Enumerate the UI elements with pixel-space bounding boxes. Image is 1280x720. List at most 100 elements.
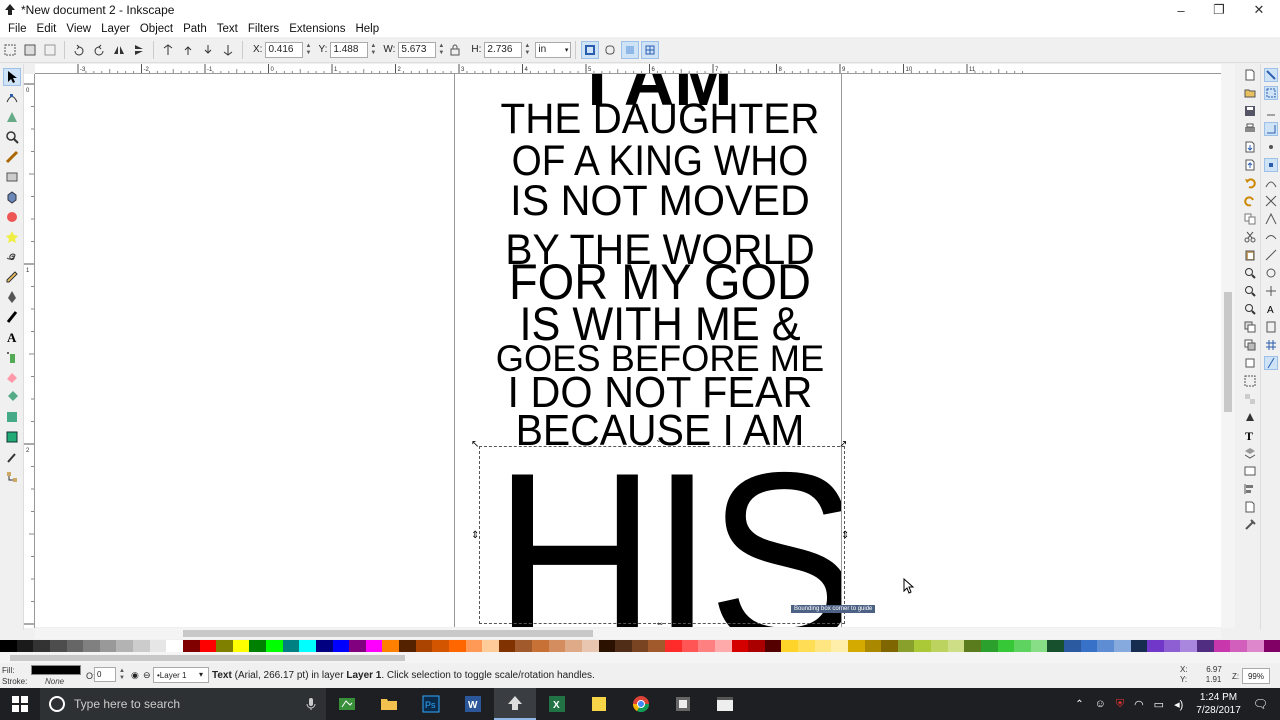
volume-icon[interactable]: ◂)	[1174, 698, 1183, 711]
flip-horizontal-icon[interactable]	[110, 41, 128, 59]
connector-tool-icon[interactable]	[3, 468, 21, 486]
maximize-button[interactable]: ❐	[1200, 0, 1238, 20]
skew-handle-icon[interactable]: ⇔	[655, 436, 665, 446]
snap-object-centers-icon[interactable]	[1264, 266, 1278, 280]
palette-swatch[interactable]	[116, 640, 133, 652]
layers-icon[interactable]	[1243, 446, 1257, 460]
palette-swatch[interactable]	[947, 640, 965, 652]
selector-tool-icon[interactable]	[2, 68, 21, 86]
move-patterns-icon[interactable]	[641, 40, 660, 59]
palette-swatch[interactable]	[748, 640, 765, 652]
menu-help[interactable]: Help	[350, 23, 384, 35]
palette-swatch[interactable]	[315, 640, 333, 652]
layer-visibility-icon[interactable]: ◉	[131, 670, 139, 681]
color-palette[interactable]	[0, 640, 1280, 652]
taskbar-search-box[interactable]: Type here to search	[40, 688, 326, 720]
menu-path[interactable]: Path	[178, 23, 212, 35]
palette-swatch[interactable]	[631, 640, 649, 652]
palette-swatch[interactable]	[798, 640, 815, 652]
palette-swatch[interactable]	[1130, 640, 1148, 652]
palette-swatch[interactable]	[216, 640, 233, 652]
snap-grid-icon[interactable]	[1264, 338, 1278, 352]
clone-icon[interactable]	[1243, 338, 1257, 352]
rotate-cw-icon[interactable]	[90, 41, 108, 59]
scrollbar-thumb[interactable]	[183, 630, 593, 637]
palette-swatch[interactable]	[1263, 640, 1280, 652]
palette-swatch[interactable]	[448, 640, 466, 652]
palette-swatch[interactable]	[282, 640, 300, 652]
palette-swatch[interactable]	[232, 640, 250, 652]
palette-swatch[interactable]	[249, 640, 266, 652]
palette-swatch[interactable]	[166, 640, 183, 652]
palette-swatch[interactable]	[1064, 640, 1081, 652]
palette-swatch[interactable]	[598, 640, 616, 652]
taskbar-word-icon[interactable]: W	[452, 688, 494, 720]
palette-swatch[interactable]	[515, 640, 532, 652]
palette-swatch[interactable]	[415, 640, 433, 652]
palette-swatch[interactable]	[1180, 640, 1197, 652]
taskbar-clock[interactable]: 1:24 PM 7/28/2017	[1196, 691, 1241, 717]
tweak-tool-icon[interactable]	[3, 108, 21, 126]
zoom-page-icon[interactable]	[1243, 302, 1257, 316]
palette-swatch[interactable]	[914, 640, 931, 652]
snap-rotation-center-icon[interactable]	[1264, 284, 1278, 298]
palette-swatch[interactable]	[498, 640, 516, 652]
skew-handle-icon[interactable]: ⇕	[471, 531, 479, 541]
group-icon[interactable]	[1243, 374, 1257, 388]
snap-bbox-edges-icon[interactable]	[1264, 104, 1278, 118]
measure-tool-icon[interactable]	[3, 148, 21, 166]
palette-swatch[interactable]	[0, 640, 17, 652]
palette-swatch[interactable]	[266, 640, 283, 652]
rectangle-tool-icon[interactable]	[3, 168, 21, 186]
scale-corners-icon[interactable]	[601, 41, 619, 59]
microphone-icon[interactable]	[306, 697, 316, 711]
palette-swatch[interactable]	[714, 640, 732, 652]
keyboard-icon[interactable]: ▭	[1154, 698, 1164, 711]
palette-swatch[interactable]	[16, 640, 34, 652]
palette-swatch[interactable]	[66, 640, 84, 652]
new-document-icon[interactable]	[1243, 68, 1257, 82]
open-icon[interactable]	[1243, 86, 1257, 100]
wifi-icon[interactable]: ◠	[1134, 698, 1144, 711]
palette-swatch[interactable]	[847, 640, 865, 652]
palette-swatch[interactable]	[980, 640, 998, 652]
lock-ratio-icon[interactable]	[446, 41, 464, 59]
palette-swatch[interactable]	[349, 640, 366, 652]
taskbar-app-icon[interactable]	[662, 688, 704, 720]
star-tool-icon[interactable]	[3, 228, 21, 246]
close-button[interactable]: ✕	[1240, 0, 1278, 20]
palette-scrollbar[interactable]	[0, 652, 1280, 663]
minimize-button[interactable]: –	[1162, 0, 1200, 20]
ellipse-tool-icon[interactable]	[3, 208, 21, 226]
snap-intersections-icon[interactable]	[1264, 194, 1278, 208]
opacity-field[interactable]: 0	[94, 667, 116, 682]
palette-swatch[interactable]	[1113, 640, 1131, 652]
palette-swatch[interactable]	[665, 640, 682, 652]
horizontal-ruler[interactable]: -3 -2 -1 0 1 2 3 4 5 6 7 8 9 10 11	[35, 64, 1222, 74]
ungroup-icon[interactable]	[1243, 392, 1257, 406]
pen-tool-icon[interactable]	[3, 288, 21, 306]
snap-bbox-corners-icon[interactable]	[1263, 122, 1278, 136]
windows-start-button[interactable]	[0, 688, 40, 720]
snap-bbox-icon[interactable]	[1263, 86, 1278, 100]
node-tool-icon[interactable]	[3, 88, 21, 106]
snap-nodes-icon[interactable]	[1263, 158, 1278, 172]
menu-layer[interactable]: Layer	[96, 23, 135, 35]
palette-swatch[interactable]	[365, 640, 383, 652]
unit-select[interactable]: in ▾	[535, 41, 572, 58]
palette-swatch[interactable]	[1246, 640, 1264, 652]
taskbar-app-window-icon[interactable]	[704, 688, 746, 720]
mesh-tool-icon[interactable]	[3, 428, 21, 446]
taskbar-sticky-notes-icon[interactable]	[578, 688, 620, 720]
skew-handle-icon[interactable]: ⇕	[841, 531, 849, 541]
palette-swatch[interactable]	[399, 640, 416, 652]
redo-icon[interactable]	[1243, 194, 1257, 208]
palette-swatch[interactable]	[897, 640, 915, 652]
align-distribute-icon[interactable]	[1243, 482, 1257, 496]
export-icon[interactable]	[1243, 158, 1257, 172]
palette-swatch[interactable]	[1080, 640, 1098, 652]
snap-page-border-icon[interactable]	[1264, 320, 1278, 334]
palette-swatch[interactable]	[149, 640, 167, 652]
x-stepper[interactable]: ▲ ▼	[304, 42, 312, 58]
copy-icon[interactable]	[1243, 212, 1257, 226]
